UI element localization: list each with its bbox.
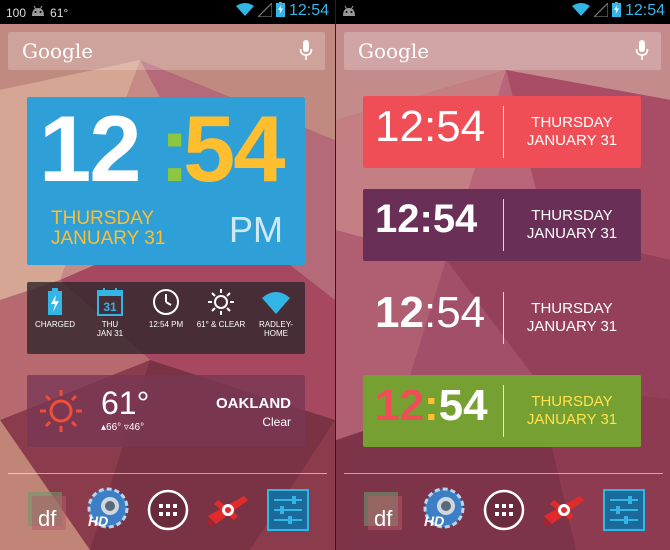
app-drawer-icon[interactable]	[144, 486, 192, 534]
clock-ampm: PM	[229, 209, 283, 250]
hd-widgets-icon[interactable]: HD	[420, 486, 468, 534]
app-drawer-icon[interactable]	[480, 486, 528, 534]
wifi-network-line1: RADLEY-	[259, 320, 293, 329]
widget-date: JANUARY 31	[526, 132, 618, 149]
weather-hi-lo: ▴66° ▿46°	[101, 422, 145, 433]
widget-day: THURSDAY	[531, 114, 613, 131]
android-icon	[31, 5, 45, 20]
settings-sliders-icon[interactable]	[264, 486, 312, 534]
cell-signal-icon	[592, 1, 609, 20]
google-search-bar[interactable]: Google	[344, 32, 661, 70]
battery-label: CHARGED	[34, 320, 75, 329]
wifi-network-line2: HOME	[264, 329, 288, 338]
dock: df HD	[0, 486, 335, 542]
doubletwist-icon[interactable]: df	[360, 486, 408, 534]
widget-date: JANUARY 31	[526, 411, 618, 428]
doubletwist-icon[interactable]: df	[24, 486, 72, 534]
widget-time: 12:54	[375, 381, 488, 431]
wifi-status-item[interactable]: RADLEY- HOME	[248, 288, 304, 338]
status-time: 12:54	[624, 2, 665, 19]
calendar-number: 31	[103, 300, 117, 314]
clock-minute: 54	[183, 96, 286, 201]
widget-date: JANUARY 31	[526, 225, 618, 242]
weather-city: OAKLAND	[216, 395, 291, 412]
big-clock-widget[interactable]: 12 : 54 THURSDAY JANUARY 31 PM	[27, 96, 305, 265]
dock-divider	[344, 473, 663, 474]
wallpaper	[336, 0, 670, 550]
status-bar: 100 61° 12:54	[0, 0, 335, 24]
settings-sliders-icon[interactable]	[600, 486, 648, 534]
airplane-icon[interactable]	[204, 486, 252, 534]
widget-date: JANUARY 31	[526, 318, 618, 335]
widget-minute: 54	[436, 288, 486, 337]
clock-day: THURSDAY	[51, 208, 155, 229]
svg-text:df: df	[38, 506, 57, 531]
google-logo: Google	[22, 39, 94, 63]
status-time: 12:54	[288, 2, 329, 19]
dock-divider	[8, 473, 327, 474]
widget-hour: 12	[375, 288, 424, 337]
clock-hour: 12	[39, 96, 142, 201]
widget-minute: 54	[438, 381, 488, 430]
clock-status-label: 12:54 PM	[148, 320, 184, 329]
sun-icon	[193, 288, 249, 316]
clock-widget-red[interactable]: 12:54 THURSDAY JANUARY 31	[363, 96, 641, 168]
widget-time: 12:54	[375, 288, 485, 338]
battery-status-item[interactable]: CHARGED	[27, 288, 83, 329]
widget-time: 12:54	[375, 197, 478, 241]
android-icon	[342, 5, 356, 20]
hd-widgets-icon[interactable]: HD	[84, 486, 132, 534]
battery-charging-icon	[611, 2, 621, 20]
weather-status-item[interactable]: 61° & CLEAR	[193, 288, 249, 329]
wifi-signal-icon	[571, 2, 590, 20]
status-temperature: 61°	[50, 5, 69, 20]
dock: df HD	[336, 486, 670, 542]
clock-widget-transparent[interactable]: 12:54 THURSDAY JANUARY 31	[363, 282, 641, 354]
home-screen-left: 100 61° 12:54 Google 12 : 54 THURSDAY JA…	[0, 0, 335, 550]
sun-icon	[39, 389, 83, 438]
widget-separator: :	[423, 381, 439, 430]
weather-status-label: 61° & CLEAR	[196, 320, 246, 329]
google-logo: Google	[358, 39, 430, 63]
wifi-signal-icon	[235, 2, 254, 20]
svg-text:df: df	[374, 506, 393, 531]
svg-text:HD: HD	[424, 513, 444, 529]
home-screen-right: 12:54 Google 12:54 THURSDAY JANUARY 31 1…	[336, 0, 670, 550]
widget-time: 12:54	[375, 102, 486, 151]
google-search-bar[interactable]: Google	[8, 32, 325, 70]
status-info-widget: CHARGED 31 THU JAN 31 12:54 PM 61° & CLE…	[27, 282, 305, 354]
calendar-icon: 31	[82, 288, 138, 316]
battery-icon	[27, 288, 83, 316]
calendar-date: JAN 31	[96, 329, 124, 338]
status-bar: 12:54	[336, 0, 670, 24]
wifi-icon	[248, 288, 304, 316]
mic-icon[interactable]	[299, 40, 313, 67]
widget-day: THURSDAY	[531, 393, 613, 410]
weather-widget[interactable]: 61° ▴66° ▿46° OAKLAND Clear	[27, 375, 305, 447]
cell-signal-icon	[256, 1, 273, 20]
widget-separator: :	[423, 288, 437, 337]
calendar-day: THU	[101, 320, 119, 329]
svg-text:HD: HD	[88, 513, 108, 529]
mic-icon[interactable]	[635, 40, 649, 67]
calendar-status-item[interactable]: 31 THU JAN 31	[82, 288, 138, 338]
weather-temperature: 61°	[101, 385, 150, 421]
airplane-icon[interactable]	[540, 486, 588, 534]
clock-widget-purple[interactable]: 12:54 THURSDAY JANUARY 31	[363, 189, 641, 261]
clock-icon	[138, 288, 194, 316]
clock-status-item[interactable]: 12:54 PM	[138, 288, 194, 329]
weather-condition: Clear	[262, 415, 291, 429]
wallpaper	[0, 0, 335, 550]
battery-charging-icon	[275, 2, 285, 20]
clock-widget-green[interactable]: 12:54 THURSDAY JANUARY 31	[363, 375, 641, 447]
widget-day: THURSDAY	[531, 207, 613, 224]
clock-date: JANUARY 31	[51, 228, 166, 249]
widget-hour: 12	[375, 381, 424, 430]
notification-count: 100	[6, 5, 27, 20]
widget-day: THURSDAY	[531, 300, 613, 317]
